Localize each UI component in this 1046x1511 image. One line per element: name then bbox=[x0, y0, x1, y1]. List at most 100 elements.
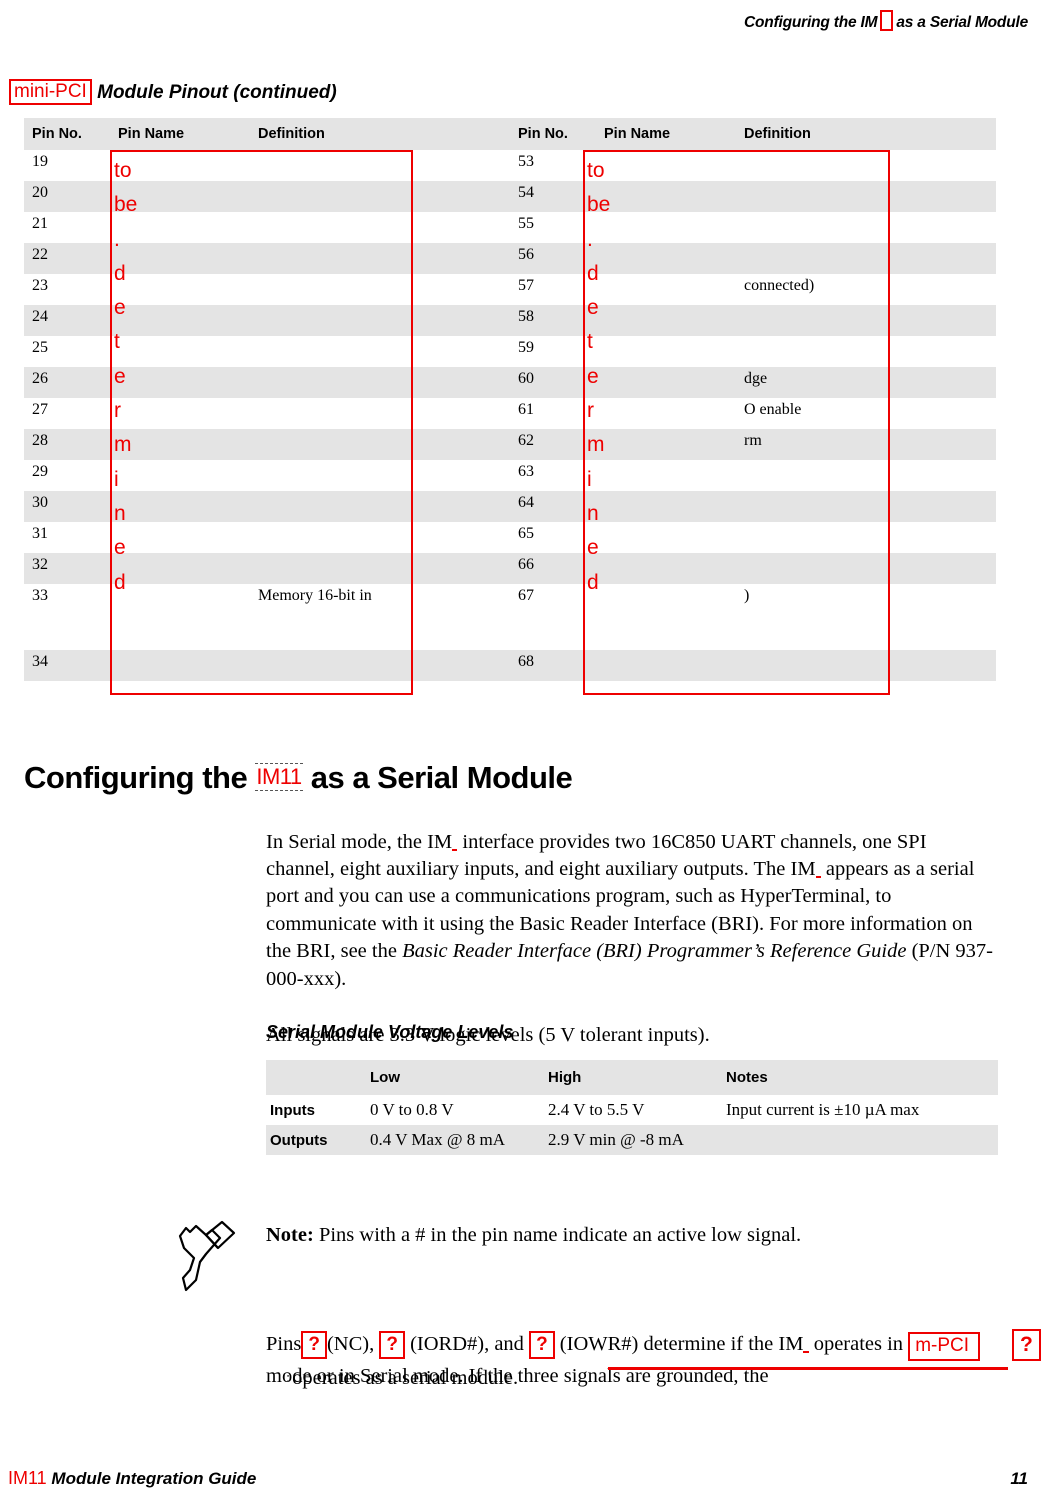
cell-pin-name bbox=[110, 305, 250, 336]
cell-high: 2.4 V to 5.5 V bbox=[540, 1095, 718, 1125]
table-row: 27 61 O enable bbox=[24, 398, 996, 429]
table-row: 32 66 bbox=[24, 553, 996, 584]
cell-definition bbox=[250, 650, 510, 681]
voltage-table-body: Inputs 0 V to 0.8 V 2.4 V to 5.5 V Input… bbox=[266, 1095, 998, 1155]
cell-definition bbox=[250, 305, 510, 336]
last-line-text: operates as a serial module. bbox=[292, 1367, 519, 1389]
cell-pin-name bbox=[596, 460, 736, 491]
cell-pin-no: 57 bbox=[510, 274, 596, 305]
cell-pin-name bbox=[596, 398, 736, 429]
cell-pin-name bbox=[596, 491, 736, 522]
voltage-table-caption: Serial Module Voltage Levels bbox=[266, 1022, 514, 1042]
cell-pin-no: 27 bbox=[24, 398, 110, 429]
cell-definition bbox=[250, 522, 510, 553]
cell-row-label: Outputs bbox=[266, 1125, 362, 1155]
cell-definition bbox=[250, 553, 510, 584]
heading-annotation-im11: IM11 bbox=[255, 762, 303, 791]
question-box-3: ? bbox=[529, 1330, 555, 1359]
cell-pin-no: 55 bbox=[510, 212, 596, 243]
cell-pin-name bbox=[596, 274, 736, 305]
table-row: 20 54 bbox=[24, 181, 996, 212]
pinout-table-caption: mini-PCI Module Pinout (continued) bbox=[9, 79, 337, 106]
table-row: 33 Memory 16-bit in 67) bbox=[24, 584, 996, 650]
cell-definition bbox=[250, 367, 510, 398]
pinout-table: Pin No. Pin Name Definition Pin No. Pin … bbox=[24, 118, 996, 681]
voltage-header-row: Low High Notes bbox=[266, 1060, 998, 1095]
cell-pin-name bbox=[596, 336, 736, 367]
table-row: 21 55 bbox=[24, 212, 996, 243]
cell-definition: connected) bbox=[736, 274, 996, 305]
pencil-note-icon bbox=[176, 1218, 240, 1296]
running-header-redaction-box bbox=[880, 10, 894, 31]
cell-pin-no: 20 bbox=[24, 181, 110, 212]
final-part-4: (IOWR#) determine if the IM bbox=[554, 1332, 804, 1355]
cell-pin-name bbox=[596, 429, 736, 460]
cell-pin-name bbox=[596, 243, 736, 274]
voltage-table: Low High Notes Inputs 0 V to 0.8 V 2.4 V… bbox=[266, 1060, 998, 1155]
final-part-2: (NC), bbox=[326, 1332, 380, 1355]
footer-brand: IM11 bbox=[8, 1468, 47, 1488]
table-row: 23 57 connected) bbox=[24, 274, 996, 305]
cell-definition bbox=[736, 491, 996, 522]
table-row: 34 68 bbox=[24, 650, 996, 681]
cell-pin-no: 24 bbox=[24, 305, 110, 336]
cell-definition bbox=[736, 336, 996, 367]
cell-pin-name bbox=[110, 367, 250, 398]
running-header-before: Configuring the IM bbox=[744, 14, 878, 31]
footer-left: IM11 Module Integration Guide bbox=[8, 1468, 256, 1489]
final-part-3: (IORD#), and bbox=[404, 1332, 530, 1355]
col-header-high: High bbox=[540, 1060, 718, 1095]
cell-pin-name bbox=[110, 650, 250, 681]
definition-text: O enable bbox=[744, 401, 802, 418]
cell-pin-no: 34 bbox=[24, 650, 110, 681]
definition-text: connected) bbox=[744, 277, 815, 294]
table-row: 29 63 bbox=[24, 460, 996, 491]
question-box-1: ? bbox=[301, 1330, 327, 1359]
cell-definition bbox=[736, 305, 996, 336]
cell-pin-name bbox=[596, 650, 736, 681]
col-header-pin-no-right: Pin No. bbox=[510, 118, 596, 150]
definition-text: Memory 16-bit in bbox=[258, 587, 372, 604]
col-header-notes: Notes bbox=[718, 1060, 998, 1095]
pinout-header-row: Pin No. Pin Name Definition Pin No. Pin … bbox=[24, 118, 996, 150]
table-row: Inputs 0 V to 0.8 V 2.4 V to 5.5 V Input… bbox=[266, 1095, 998, 1125]
cell-pin-name bbox=[110, 429, 250, 460]
heading-before: Configuring the bbox=[24, 759, 256, 795]
page-title: Configuring the IM11 as a Serial Module bbox=[24, 759, 573, 796]
table-row: 30 64 bbox=[24, 491, 996, 522]
cell-pin-name bbox=[110, 491, 250, 522]
definition-text: ) bbox=[744, 587, 750, 604]
caption-text: Module Pinout (continued) bbox=[97, 82, 337, 103]
col-header-low: Low bbox=[362, 1060, 540, 1095]
cell-pin-name bbox=[596, 150, 736, 181]
cell-definition bbox=[250, 460, 510, 491]
cell-definition bbox=[736, 553, 996, 584]
footer-title: Module Integration Guide bbox=[51, 1469, 257, 1488]
cell-definition: rm bbox=[736, 429, 996, 460]
cell-definition bbox=[736, 650, 996, 681]
cell-pin-no: 59 bbox=[510, 336, 596, 367]
question-box-2: ? bbox=[379, 1330, 405, 1359]
cell-pin-no: 56 bbox=[510, 243, 596, 274]
heading-after: as a Serial Module bbox=[302, 759, 573, 795]
cell-pin-no: 29 bbox=[24, 460, 110, 491]
cell-pin-no: 60 bbox=[510, 367, 596, 398]
table-row: 19 53 bbox=[24, 150, 996, 181]
col-header-pin-name-right: Pin Name bbox=[596, 118, 736, 150]
red-underline-mark bbox=[608, 1367, 1008, 1370]
cell-pin-no: 21 bbox=[24, 212, 110, 243]
intro-paragraph: In Serial mode, the IM interface provide… bbox=[266, 829, 1000, 993]
cell-pin-name bbox=[110, 398, 250, 429]
definition-text: dge bbox=[744, 370, 768, 387]
cell-definition bbox=[250, 429, 510, 460]
cell-row-label: Inputs bbox=[266, 1095, 362, 1125]
intro-part-1: In Serial mode, the IM bbox=[266, 830, 453, 853]
cell-pin-name bbox=[110, 274, 250, 305]
cell-pin-name bbox=[110, 336, 250, 367]
cell-pin-name bbox=[110, 243, 250, 274]
cell-pin-no: 28 bbox=[24, 429, 110, 460]
cell-pin-name bbox=[110, 150, 250, 181]
im-redline-1 bbox=[452, 831, 457, 853]
cell-pin-no: 65 bbox=[510, 522, 596, 553]
caption-annotation-mini-pci: mini-PCI bbox=[9, 79, 92, 106]
